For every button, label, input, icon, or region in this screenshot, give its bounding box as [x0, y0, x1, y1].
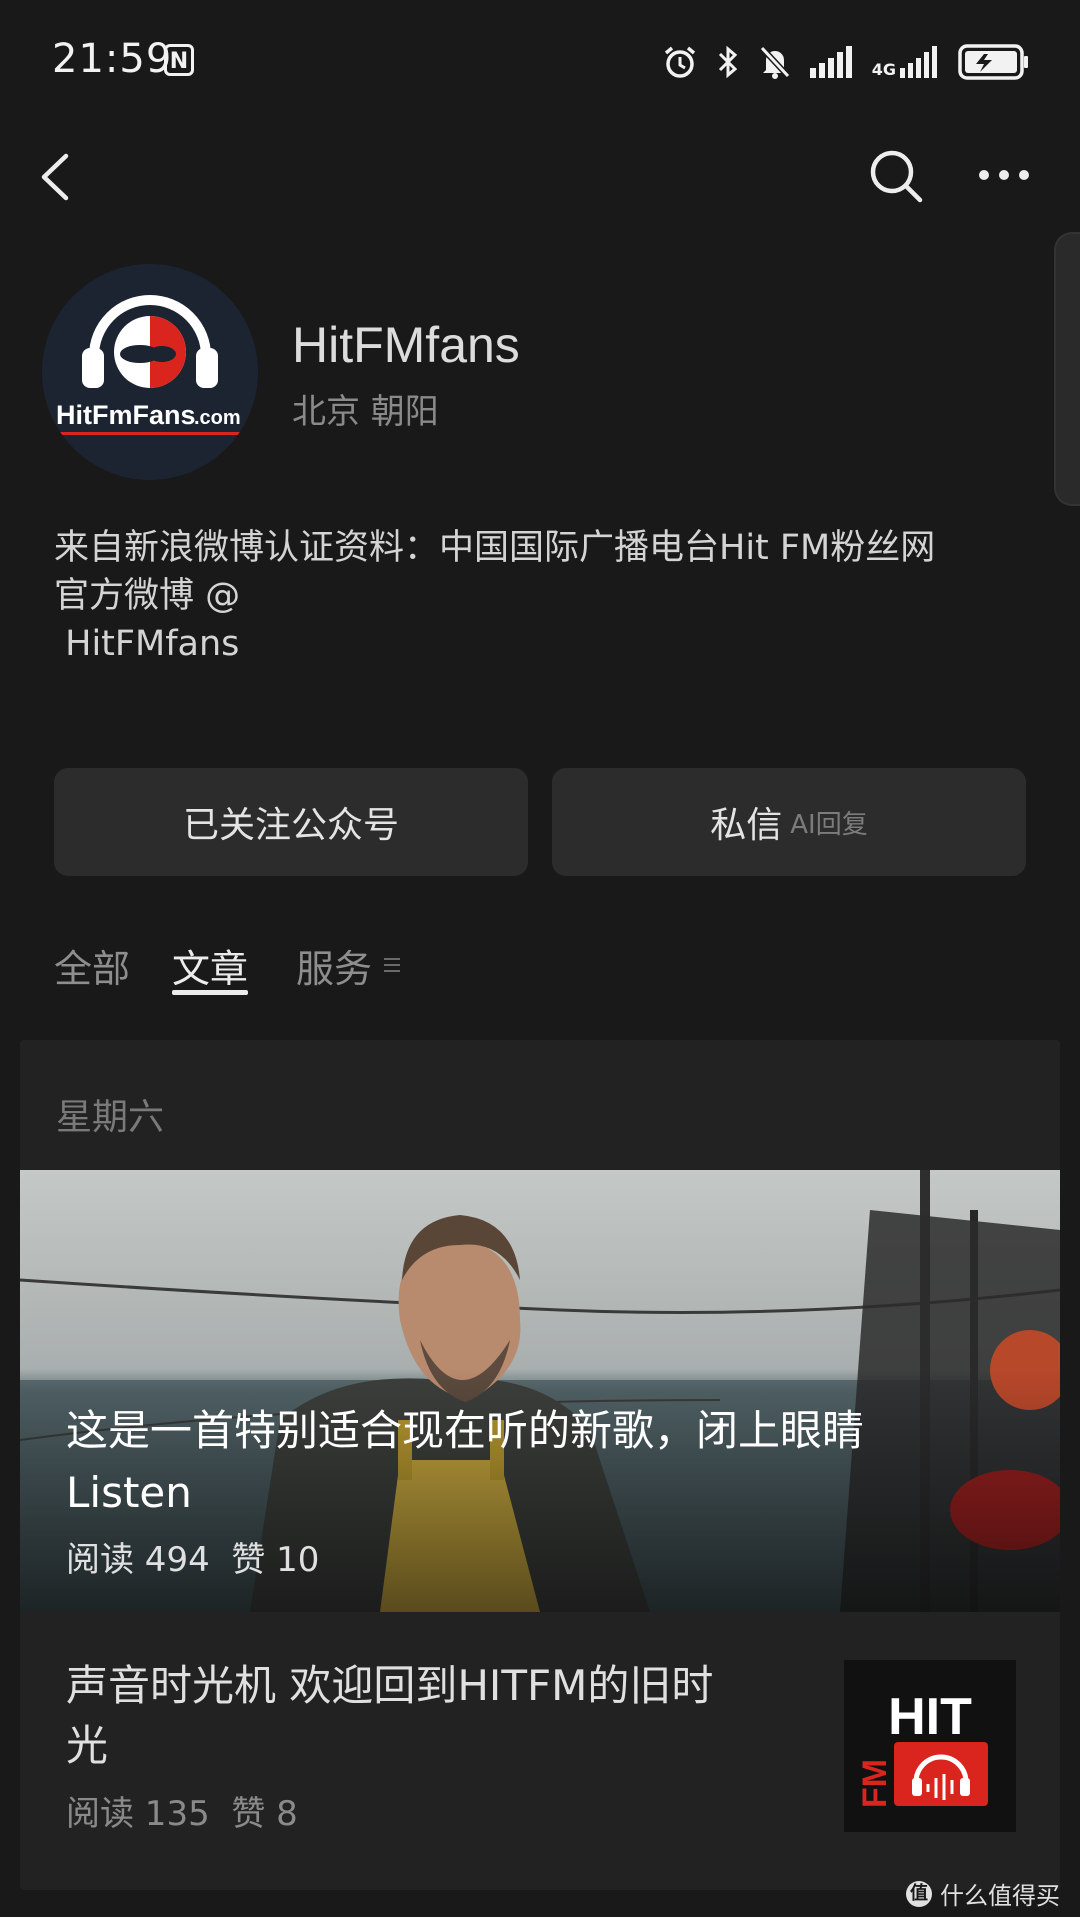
- watermark-text: 什么值得买: [940, 1882, 1060, 1910]
- network-type: 4G: [871, 60, 896, 79]
- menu-lines-icon[interactable]: [382, 956, 402, 974]
- avatar[interactable]: HitFmFans .com: [42, 264, 258, 480]
- description-line[interactable]: HitFMfans: [54, 620, 1024, 668]
- account-location: 北京 朝阳: [292, 392, 439, 432]
- hitfmfans-logo-icon: HitFmFans .com: [42, 264, 258, 480]
- hitfm-logo-icon: HIT FM: [844, 1660, 1016, 1832]
- featured-article-stats: 阅读 494 赞 10: [66, 1540, 320, 1580]
- message-button-label: 私信: [710, 805, 783, 846]
- mute-bell-icon: [759, 45, 790, 79]
- article-thumbnail[interactable]: HIT FM: [844, 1660, 1016, 1832]
- watermark: 值 什么值得买: [906, 1876, 1060, 1911]
- followed-account-button[interactable]: 已关注公众号: [54, 768, 528, 876]
- avatar-logo-suffix: .com: [194, 407, 241, 429]
- thumb-fm-text: FM: [856, 1759, 894, 1808]
- side-drawer-handle[interactable]: [1054, 232, 1080, 506]
- featured-title-line: 这是一首特别适合现在听的新歌，闭上眼睛: [66, 1406, 865, 1455]
- account-name: HitFMfans: [292, 317, 520, 373]
- article-stats: 阅读 135 赞 8: [66, 1794, 298, 1834]
- thumb-hit-text: HIT: [888, 1688, 972, 1746]
- article-title-line: 光: [66, 1721, 109, 1770]
- status-time: 21:59: [52, 36, 173, 82]
- alarm-icon: [664, 46, 695, 78]
- article-title[interactable]: 声音时光机 欢迎回到HITFM的旧时 光: [66, 1656, 816, 1776]
- battery-charging-icon: [958, 44, 1028, 80]
- status-icons: 4G: [662, 40, 1030, 84]
- message-button[interactable]: 私信 AI回复: [552, 768, 1026, 876]
- avatar-logo-text: HitFmFans: [56, 400, 196, 430]
- description-line: 来自新浪微博认证资料：中国国际广播电台Hit FM粉丝网: [54, 528, 936, 568]
- date-label: 星期六: [56, 1097, 165, 1138]
- featured-article-title[interactable]: 这是一首特别适合现在听的新歌，闭上眼睛 Listen: [66, 1400, 966, 1524]
- active-tab-indicator: [172, 990, 248, 995]
- signal-icon: [809, 46, 852, 78]
- tab-all[interactable]: 全部: [54, 938, 130, 993]
- tab-services[interactable]: 服务: [296, 938, 372, 993]
- signal-4g-icon: 4G: [872, 46, 940, 78]
- article-title-line: 声音时光机 欢迎回到HITFM的旧时: [66, 1661, 714, 1710]
- tab-articles[interactable]: 文章: [172, 938, 248, 993]
- watermark-badge: 值: [906, 1880, 932, 1907]
- description-line: 官方微博 @: [54, 576, 241, 616]
- account-description: 来自新浪微博认证资料：中国国际广播电台Hit FM粉丝网 官方微博 @ HitF…: [54, 524, 1024, 668]
- nfc-icon: N: [164, 44, 194, 76]
- search-icon[interactable]: [868, 148, 924, 204]
- ai-reply-label: AI回复: [790, 809, 868, 840]
- back-icon[interactable]: [36, 150, 76, 204]
- bluetooth-icon: [718, 45, 737, 79]
- follow-button-label: 已关注公众号: [182, 805, 399, 846]
- featured-title-line: Listen: [66, 1468, 192, 1517]
- more-dots-icon[interactable]: [978, 160, 1030, 190]
